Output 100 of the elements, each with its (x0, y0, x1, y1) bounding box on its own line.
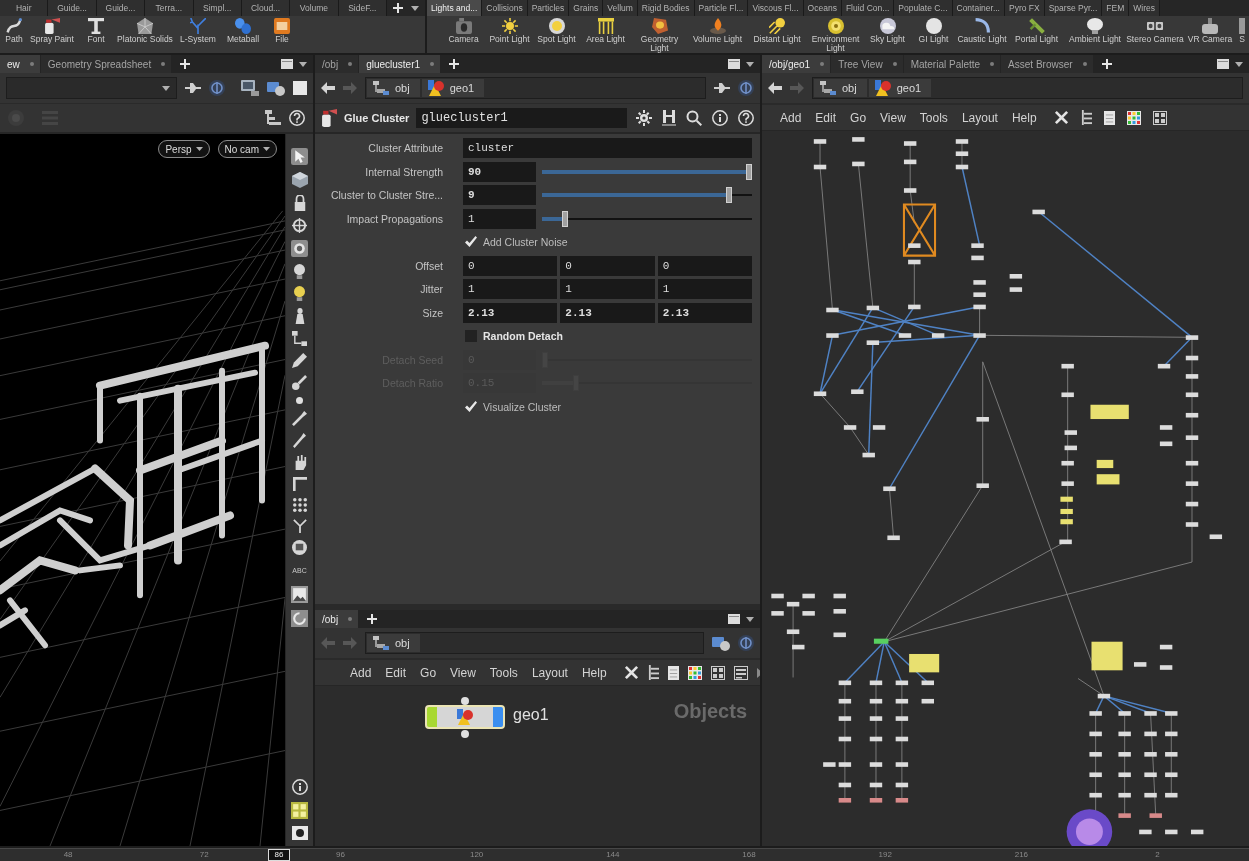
brush-icon[interactable] (292, 375, 307, 390)
lock-icon[interactable] (292, 195, 307, 211)
shelf-tab[interactable]: Cloud... (241, 0, 291, 16)
pane-menu-icon[interactable] (281, 59, 293, 69)
menu-item[interactable]: Add (343, 662, 379, 683)
shelf-tool-button[interactable]: Platonic Solids (116, 18, 174, 44)
value-field[interactable]: 1 (463, 279, 558, 300)
menu-item[interactable]: Tools (912, 107, 955, 128)
crossed-tools-icon[interactable] (1053, 110, 1069, 125)
value-field[interactable]: 90 (463, 161, 536, 182)
caret-icon[interactable] (746, 61, 754, 67)
shelf-tab[interactable]: Hair (0, 0, 49, 16)
shelf-tool-button[interactable]: Metaball (222, 18, 264, 44)
image-icon[interactable] (291, 586, 308, 603)
list-icon[interactable] (1103, 110, 1115, 125)
shelf-tab[interactable]: Container... (952, 0, 1005, 16)
grid-icon[interactable] (710, 665, 725, 680)
shelf-tool-button[interactable]: Stereo Camera (1125, 18, 1185, 44)
plus-icon[interactable] (393, 3, 403, 13)
list-icon[interactable] (667, 665, 679, 680)
crossed-tools-icon[interactable] (623, 665, 639, 680)
close-dot-icon[interactable] (1082, 62, 1087, 66)
pencil-icon[interactable] (292, 353, 307, 368)
globe-icon[interactable] (209, 80, 225, 96)
dot-icon[interactable] (296, 397, 303, 404)
checkbox[interactable] (465, 400, 477, 413)
close-dot-icon[interactable] (990, 62, 995, 66)
pane-tab[interactable]: ew (0, 55, 40, 73)
pane-tab[interactable]: /obj (315, 55, 359, 73)
shelf-tool-button[interactable]: Ambient Light (1065, 18, 1125, 44)
value-field[interactable]: 2.13 (657, 302, 752, 323)
slider[interactable] (542, 209, 752, 228)
arc-icon[interactable] (291, 610, 308, 627)
current-frame-marker[interactable]: 86 (268, 849, 290, 861)
camera-snapshot-icon[interactable] (291, 826, 308, 840)
nodes-icon[interactable] (292, 331, 307, 346)
light-bulb-icon[interactable] (294, 286, 305, 301)
close-dot-icon[interactable] (892, 62, 897, 66)
slanted-line-icon[interactable] (293, 433, 306, 448)
grid-tile-icon[interactable] (291, 802, 308, 819)
shelf-tab[interactable]: Pyro FX (1005, 0, 1045, 16)
cube-icon[interactable] (291, 172, 308, 188)
shelf-tab[interactable]: Collisions (482, 0, 528, 16)
pane-menu-icon[interactable] (728, 59, 740, 69)
monitor-icon[interactable] (241, 80, 259, 96)
h-icon[interactable] (662, 110, 676, 126)
pane-tab[interactable]: /obj (315, 610, 359, 628)
fork-icon[interactable] (292, 519, 307, 533)
info-icon[interactable] (712, 110, 728, 126)
shelf-tool-button[interactable]: L-System (174, 18, 222, 44)
shelf-tool-button[interactable]: Spot Light (533, 18, 580, 44)
plus-icon[interactable] (449, 59, 460, 69)
slider[interactable] (542, 186, 752, 205)
branch-icon[interactable] (265, 110, 281, 126)
value-field[interactable]: 0 (657, 255, 752, 276)
close-dot-icon[interactable] (348, 617, 353, 621)
shelf-tab[interactable]: Viscous Fl... (748, 0, 804, 16)
camera-view-icon[interactable] (267, 80, 285, 96)
close-dot-icon[interactable] (29, 62, 34, 66)
pane-menu-icon[interactable] (728, 614, 740, 624)
pane-tab[interactable]: gluecluster1 (359, 55, 441, 73)
globe-icon[interactable] (738, 80, 754, 96)
value-field[interactable]: cluster (463, 138, 752, 159)
value-field[interactable]: 1 (560, 279, 655, 300)
info-icon[interactable] (291, 779, 308, 795)
shelf-tool-button[interactable]: Volume Light (688, 18, 747, 44)
menu-item[interactable]: Add (773, 107, 809, 128)
path-field[interactable]: obj geo1 (812, 77, 1243, 99)
value-field[interactable]: 1 (657, 279, 752, 300)
path-segment[interactable]: obj (367, 79, 420, 97)
shelf-tab[interactable]: Guide... (48, 0, 97, 16)
pane-tab[interactable]: Material Palette (903, 55, 1001, 73)
menu-item[interactable]: View (443, 662, 483, 683)
shelf-tab[interactable]: Grains (569, 0, 604, 16)
pin-icon[interactable] (714, 83, 730, 93)
shelf-tool-button[interactable]: Portal Light (1008, 18, 1065, 44)
close-dot-icon[interactable] (348, 62, 353, 66)
slanted-line-icon[interactable] (292, 411, 307, 426)
corner-icon[interactable] (292, 477, 307, 491)
shelf-tab[interactable]: Populate C... (894, 0, 953, 16)
shelf-tab[interactable]: Lights and... (427, 0, 483, 16)
pane-tab[interactable]: Geometry Spreadsheet (40, 55, 172, 73)
shelf-tool-button[interactable]: S (1235, 18, 1249, 44)
pane-menu-icon[interactable] (1217, 59, 1229, 69)
shelf-tool-button[interactable]: Spray Paint (28, 18, 76, 44)
caret-icon[interactable] (1235, 61, 1243, 67)
value-field[interactable]: 2.13 (560, 302, 655, 323)
color-grid-icon[interactable] (687, 665, 702, 680)
shelf-tab[interactable]: Terra... (145, 0, 194, 16)
back-arrow-icon[interactable] (768, 82, 782, 94)
light-bulb-icon[interactable] (294, 264, 305, 279)
menu-item[interactable]: Go (413, 662, 444, 683)
tree-icon[interactable] (647, 665, 659, 680)
shelf-tab[interactable]: Sparse Pyr... (1044, 0, 1103, 16)
pane-tab[interactable]: Tree View (831, 55, 903, 73)
crosshair-icon[interactable] (292, 218, 307, 233)
lens-icon[interactable] (291, 240, 308, 257)
shelf-tab[interactable]: FEM (1102, 0, 1130, 16)
path-field[interactable] (6, 77, 177, 99)
plus-icon[interactable] (367, 614, 378, 624)
